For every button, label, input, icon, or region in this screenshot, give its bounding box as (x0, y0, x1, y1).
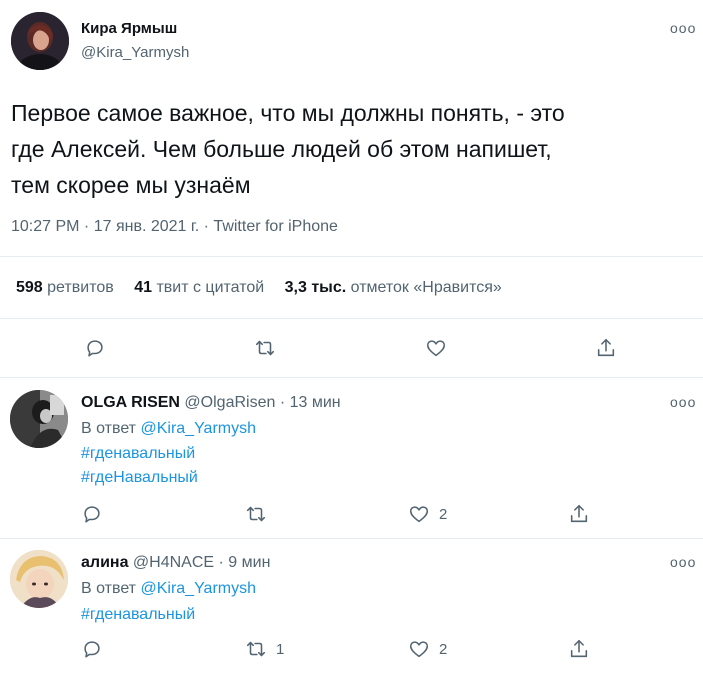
like-icon[interactable] (406, 501, 432, 527)
like-count: 2 (439, 506, 448, 523)
hashtag-link[interactable]: #гдеНавальный (81, 469, 198, 487)
share-icon[interactable] (593, 335, 619, 361)
reply-author-name[interactable]: алина (81, 554, 128, 571)
reply-time[interactable]: · 13 мин (280, 394, 341, 411)
share-icon[interactable] (566, 501, 592, 527)
tweet-timestamp[interactable]: 10:27 PM · 17 янв. 2021 г. · Twitter for… (11, 218, 338, 236)
reply-author-avatar-image (10, 550, 68, 608)
reply-author-avatar-image (10, 390, 68, 448)
retweets-label: ретвитов (47, 279, 114, 296)
retweet-icon[interactable] (252, 335, 278, 361)
reply-prefix: В ответ (81, 580, 137, 597)
likes-count: 3,3 тыс. (284, 279, 347, 296)
reply-prefix: В ответ (81, 420, 137, 437)
like-count: 2 (439, 641, 448, 658)
reply-time[interactable]: · 9 мин (219, 554, 271, 571)
quotes-stat[interactable]: 41 твит с цитатой (134, 279, 268, 296)
divider (0, 256, 703, 257)
reply-author-handle[interactable]: @H4NACE (133, 554, 214, 571)
reply-icon[interactable] (79, 636, 105, 662)
like-icon[interactable] (423, 335, 449, 361)
author-handle[interactable]: @Kira_Yarmysh (81, 44, 189, 61)
reply-to-mention[interactable]: @Kira_Yarmysh (140, 420, 256, 437)
reply-to-line: В ответ @Kira_Yarmysh (81, 420, 256, 438)
author-avatar-image (11, 12, 69, 70)
author-name[interactable]: Кира Ярмыш (81, 20, 177, 37)
retweet-count: 1 (276, 641, 285, 658)
reply-author-handle[interactable]: @OlgaRisen (184, 394, 275, 411)
reply-author-name[interactable]: OLGA RISEN (81, 394, 180, 411)
tweet-text-line: Первое самое важное, что мы должны понят… (11, 100, 565, 126)
tweet-stats: 598 ретвитов 41 твит с цитатой 3,3 тыс. … (16, 279, 502, 297)
tweet-text-line: тем скорее мы узнаём (11, 172, 251, 198)
quotes-count: 41 (134, 279, 152, 296)
likes-stat[interactable]: 3,3 тыс. отметок «Нравится» (285, 279, 502, 296)
reply-icon[interactable] (79, 501, 105, 527)
more-options-icon[interactable]: ooo (670, 20, 696, 36)
retweets-stat[interactable]: 598 ретвитов (16, 279, 118, 296)
retweets-count: 598 (16, 279, 43, 296)
divider (0, 318, 703, 319)
reply-author-avatar[interactable] (10, 390, 68, 448)
reply-to-line: В ответ @Kira_Yarmysh (81, 580, 256, 598)
hashtag-link[interactable]: #гденавальный (81, 606, 195, 624)
quotes-label: твит с цитатой (156, 279, 265, 296)
retweet-icon[interactable] (243, 501, 269, 527)
retweet-icon[interactable] (243, 636, 269, 662)
likes-label: отметок «Нравится» (350, 279, 502, 296)
reply-author-avatar[interactable] (10, 550, 68, 608)
tweet-text-line: где Алексей. Чем больше людей об этом на… (11, 136, 552, 162)
reply-header: алина @H4NACE · 9 мин (81, 554, 270, 572)
divider (0, 538, 703, 539)
reply-icon[interactable] (82, 335, 108, 361)
tweet-text: Первое самое важное, что мы должны понят… (11, 95, 565, 203)
share-icon[interactable] (566, 636, 592, 662)
hashtag-link[interactable]: #гденавальный (81, 445, 195, 463)
author-avatar[interactable] (11, 12, 69, 70)
reply-more-options-icon[interactable]: ooo (670, 554, 696, 570)
like-icon[interactable] (406, 636, 432, 662)
reply-to-mention[interactable]: @Kira_Yarmysh (140, 580, 256, 597)
reply-more-options-icon[interactable]: ooo (670, 394, 696, 410)
divider (0, 377, 703, 378)
reply-header: OLGA RISEN @OlgaRisen · 13 мин (81, 394, 341, 412)
